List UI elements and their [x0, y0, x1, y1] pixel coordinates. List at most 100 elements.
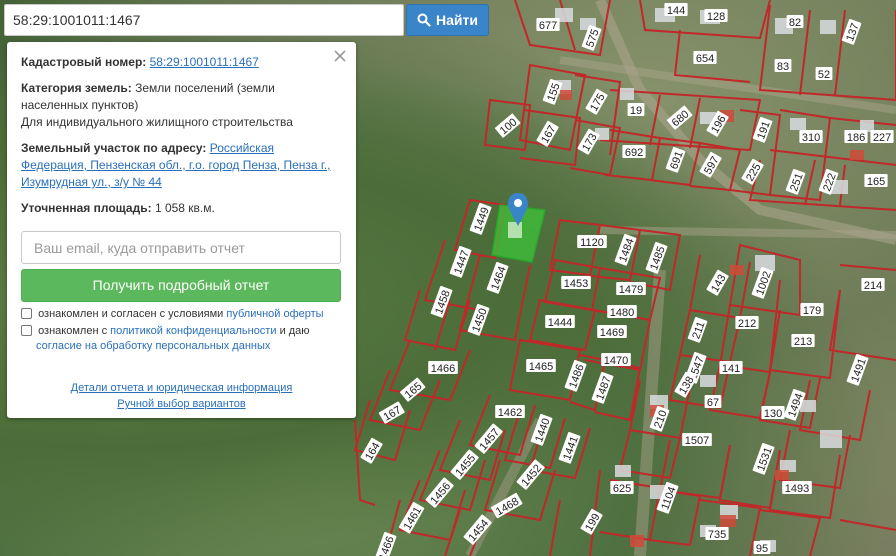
- svg-text:625: 625: [613, 483, 631, 495]
- svg-text:1470: 1470: [604, 355, 628, 367]
- parcel-label: 1466: [428, 361, 458, 375]
- parcel-label: 677: [536, 18, 560, 32]
- svg-text:137: 137: [844, 22, 862, 43]
- svg-text:1464: 1464: [489, 265, 509, 292]
- parcel-label: 1444: [545, 315, 575, 329]
- parcel-label: 227: [870, 130, 894, 144]
- svg-text:310: 310: [802, 132, 820, 144]
- parcel-label: 225: [741, 158, 764, 185]
- parcel-label: 1470: [601, 353, 631, 367]
- parcel-label: 654: [693, 51, 717, 65]
- address-link-3[interactable]: Изумрудная ул., з/у № 44: [21, 175, 162, 189]
- parcel-label: 310: [799, 130, 823, 144]
- address-row: Земельный участок по адресу: Российская …: [21, 140, 342, 191]
- parcel-label: 1493: [782, 481, 812, 495]
- svg-text:1441: 1441: [561, 435, 581, 462]
- svg-text:165: 165: [867, 176, 885, 188]
- svg-text:95: 95: [756, 543, 768, 555]
- privacy-policy-link[interactable]: политикой конфиденциальности: [110, 325, 276, 337]
- manual-selection-link[interactable]: Ручной выбор вариантов: [117, 398, 245, 410]
- parcel-label: 211: [687, 316, 708, 343]
- svg-text:692: 692: [625, 147, 643, 159]
- svg-text:677: 677: [539, 20, 557, 32]
- parcel-label: 167: [378, 401, 405, 424]
- consent-privacy: ознакомлен с политикой конфиденциальност…: [21, 324, 342, 354]
- area-value: 1 058 кв.м.: [154, 201, 215, 215]
- svg-text:214: 214: [864, 280, 882, 292]
- area-row: Уточненная площадь: 1 058 кв.м.: [21, 200, 342, 217]
- parcel-label: 141: [719, 361, 743, 375]
- svg-text:1479: 1479: [619, 284, 643, 296]
- svg-text:654: 654: [696, 53, 714, 65]
- parcel-label: 251: [785, 168, 806, 195]
- svg-text:128: 128: [707, 11, 725, 23]
- parcel-label: 128: [704, 9, 728, 23]
- report-details-link[interactable]: Детали отчета и юридическая информация: [71, 382, 293, 394]
- svg-text:691: 691: [668, 150, 686, 171]
- parcel-label: 1462: [495, 405, 525, 419]
- svg-text:1465: 1465: [529, 361, 553, 373]
- cadastral-label: Кадастровый номер:: [21, 55, 147, 69]
- consent-offer-text: ознакомлен и согласен с условиями: [38, 308, 224, 320]
- consent-privacy-checkbox[interactable]: [21, 325, 32, 336]
- parcel-label: 1491: [846, 353, 869, 386]
- parcel-label: 165: [864, 174, 888, 188]
- email-field[interactable]: [21, 231, 341, 264]
- svg-text:1466: 1466: [431, 363, 455, 375]
- parcel-label: 155: [542, 78, 563, 105]
- svg-text:179: 179: [803, 305, 821, 317]
- svg-text:186: 186: [847, 132, 865, 144]
- panel-footer-links: Детали отчета и юридическая информация Р…: [21, 380, 342, 412]
- svg-text:144: 144: [667, 5, 685, 17]
- svg-text:1462: 1462: [498, 407, 522, 419]
- parcel-label: 214: [861, 278, 885, 292]
- parcel-label: 1120: [577, 235, 607, 249]
- parcel-label: 164: [360, 437, 383, 464]
- svg-text:1450: 1450: [470, 307, 490, 334]
- svg-text:1444: 1444: [548, 317, 572, 329]
- parcel-label: 691: [665, 146, 686, 173]
- cadastral-number-link[interactable]: 58:29:1001011:1467: [150, 55, 259, 69]
- parcel-label: 143: [706, 269, 729, 296]
- parcel-label: 1461: [398, 502, 425, 534]
- address-link-2[interactable]: Федерация, Пензенская обл., г.о. город П…: [21, 158, 331, 172]
- svg-text:1453: 1453: [564, 278, 588, 290]
- svg-text:1507: 1507: [685, 435, 709, 447]
- search-input[interactable]: [4, 4, 404, 36]
- parcel-label: 100: [495, 113, 521, 138]
- parcel-label: 179: [800, 303, 824, 317]
- svg-text:212: 212: [738, 318, 756, 330]
- close-icon[interactable]: [332, 48, 348, 64]
- svg-text:1487: 1487: [594, 375, 614, 402]
- parcel-label: 1466: [374, 531, 397, 556]
- svg-text:213: 213: [794, 336, 812, 348]
- parcel-label: 1447: [449, 245, 472, 278]
- parcel-label: 186: [844, 130, 868, 144]
- svg-text:67: 67: [707, 397, 719, 409]
- parcel-label: 1487: [591, 371, 614, 404]
- parcel-label: 83: [774, 59, 792, 73]
- svg-text:1120: 1120: [580, 237, 604, 249]
- consent-privacy-tail: и даю: [279, 325, 310, 337]
- usage-value: Для индивидуального жилищного строительс…: [21, 115, 293, 129]
- consent-offer: ознакомлен и согласен с условиями публич…: [21, 307, 342, 322]
- parcel-label: 165: [400, 377, 426, 402]
- search-button[interactable]: Найти: [406, 4, 489, 36]
- selected-parcel-building: [508, 222, 522, 238]
- parcel-label: 137: [841, 18, 862, 45]
- public-offer-link[interactable]: публичной оферты: [226, 308, 323, 320]
- personal-data-consent-link[interactable]: согласие на обработку персональных данны…: [21, 339, 342, 354]
- consent-privacy-text: ознакомлен с: [38, 325, 108, 337]
- parcel-label: 1486: [564, 359, 587, 392]
- svg-text:227: 227: [873, 132, 891, 144]
- svg-text:1486: 1486: [567, 363, 587, 390]
- svg-text:735: 735: [708, 529, 726, 541]
- get-report-button[interactable]: Получить подробный отчет: [21, 269, 341, 302]
- consent-offer-checkbox[interactable]: [21, 308, 32, 319]
- address-link-1[interactable]: Российская: [210, 141, 274, 155]
- parcel-label: 625: [610, 481, 634, 495]
- svg-text:1469: 1469: [600, 327, 624, 339]
- parcel-label: 1002: [751, 266, 774, 299]
- area-label: Уточненная площадь:: [21, 201, 152, 215]
- land-category-row: Категория земель: Земли поселений (земли…: [21, 80, 342, 131]
